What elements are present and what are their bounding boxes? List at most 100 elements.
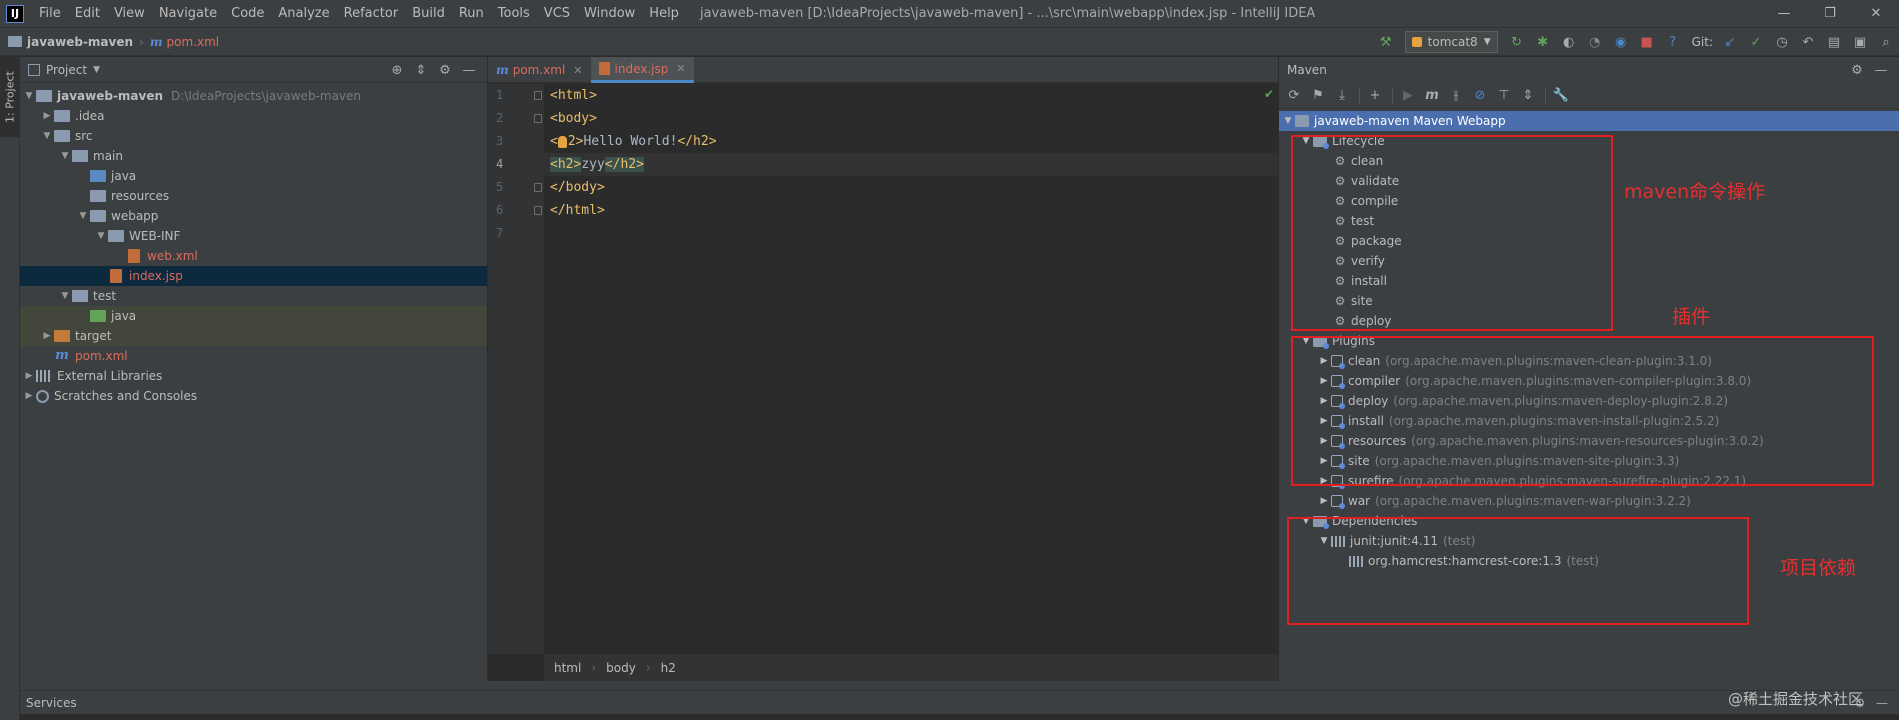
expand-arrow-icon[interactable]: ▶ [1317,496,1331,506]
tree-item-webapp[interactable]: ▼ webapp [20,206,487,226]
restore-button[interactable]: ❐ [1807,0,1853,28]
code-line[interactable]: <2>Hello World!</h2> [544,130,1278,153]
tree-item-web-xml[interactable]: web.xml [20,246,487,266]
code-line[interactable]: </body> [534,176,1278,199]
help-icon[interactable]: ? [1662,32,1684,52]
fold-marker-icon[interactable] [534,183,542,192]
breadcrumb-file[interactable]: pom.xml [167,35,220,49]
expand-arrow-icon[interactable]: ▼ [58,291,72,301]
reimport-icon[interactable]: ⟳ [1283,86,1305,106]
run-icon[interactable]: ▶ [1397,86,1419,106]
debug-icon[interactable]: ✱ [1532,32,1554,52]
tree-item-scratches[interactable]: ▶ Scratches and Consoles [20,386,487,406]
tree-item-main[interactable]: ▼ main [20,146,487,166]
coverage-icon[interactable]: ◐ [1558,32,1580,52]
menu-help[interactable]: Help [642,0,686,28]
menu-file[interactable]: File [32,0,68,28]
wrench-icon[interactable]: 🔧 [1550,86,1572,106]
code-line[interactable]: <html> [534,84,1278,107]
build-hammer-icon[interactable]: ⚒ [1375,32,1397,52]
expand-arrow-icon[interactable]: ▼ [94,231,108,241]
menu-vcs[interactable]: VCS [537,0,577,28]
project-panel-title[interactable]: Project [46,63,87,77]
search-everywhere-icon[interactable]: ⌕ [1875,32,1897,52]
git-commit-icon[interactable]: ✓ [1745,32,1767,52]
menu-run[interactable]: Run [452,0,491,28]
breadcrumb-item[interactable]: body [606,661,636,675]
hide-panel-icon[interactable]: — [1869,63,1893,78]
menu-code[interactable]: Code [224,0,271,28]
hide-panel-icon[interactable]: — [1871,696,1893,710]
intention-bulb-icon[interactable] [557,135,567,148]
code-line[interactable] [544,222,1278,245]
git-rollback-icon[interactable]: ↶ [1797,32,1819,52]
expand-arrow-icon[interactable]: ▼ [40,131,54,141]
services-label[interactable]: Services [26,696,77,710]
minimize-button[interactable]: — [1761,0,1807,28]
show-dependencies-icon[interactable]: ⊤ [1493,86,1515,106]
tab-pom-xml[interactable]: m pom.xml ✕ [488,57,591,83]
tree-item-test-java[interactable]: java [20,306,487,326]
plugin-war[interactable]: ▶ war (org.apache.maven.plugins:maven-war-… [1279,491,1899,511]
menu-refactor[interactable]: Refactor [337,0,406,28]
tree-item-index-jsp[interactable]: index.jsp [20,266,487,286]
tree-item-src[interactable]: ▼ src [20,126,487,146]
menu-tools[interactable]: Tools [491,0,537,28]
fold-marker-icon[interactable] [534,91,542,100]
breadcrumb-item[interactable]: h2 [661,661,676,675]
breadcrumb-item[interactable]: html [554,661,581,675]
tree-item-pom-xml[interactable]: m pom.xml [20,346,487,366]
tree-item-idea[interactable]: ▶ .idea [20,106,487,126]
tree-item-web-inf[interactable]: ▼ WEB-INF [20,226,487,246]
toggle-offline-icon[interactable]: ⫲ [1445,86,1467,106]
tree-item-target[interactable]: ▶ target [20,326,487,346]
rerun-icon[interactable]: ↻ [1506,32,1528,52]
inspection-ok-icon[interactable]: ✔ [1264,87,1274,101]
code-line[interactable]: <body> [534,107,1278,130]
code-line[interactable]: </html> [534,199,1278,222]
menu-edit[interactable]: Edit [68,0,107,28]
gear-icon[interactable]: ⚙ [1845,63,1869,78]
code-area[interactable]: <html> <body> <2>Hello World!</h2> <h2>z… [534,84,1278,654]
update-icon[interactable]: ◉ [1610,32,1632,52]
generate-sources-icon[interactable]: ⚑ [1307,86,1329,106]
tree-item-test[interactable]: ▼ test [20,286,487,306]
code-line-current[interactable]: <h2>zyy</h2> [544,153,1278,176]
git-history-icon[interactable]: ◷ [1771,32,1793,52]
project-structure-icon[interactable]: ▤ [1823,32,1845,52]
menu-window[interactable]: Window [577,0,642,28]
skip-tests-icon[interactable]: ⊘ [1469,86,1491,106]
expand-arrow-icon[interactable]: ▶ [22,391,36,401]
expand-arrow-icon[interactable]: ▼ [22,91,36,101]
execute-goal-icon[interactable]: m [1421,86,1443,106]
project-tool-tab[interactable]: 1: Project [0,57,20,137]
gear-icon[interactable]: ⚙ [433,63,457,78]
download-icon[interactable]: ⤓ [1331,86,1353,106]
close-tab-icon[interactable]: ✕ [676,62,685,75]
git-update-icon[interactable]: ↙ [1719,32,1741,52]
expand-arrow-icon[interactable]: ▼ [76,211,90,221]
collapse-all-icon[interactable]: ⇕ [1517,86,1539,106]
fold-marker-icon[interactable] [534,114,542,123]
close-tab-icon[interactable]: ✕ [573,64,582,77]
expand-arrow-icon[interactable]: ▼ [58,151,72,161]
close-window-button[interactable]: ✕ [1853,0,1899,28]
tree-item-resources[interactable]: resources [20,186,487,206]
tab-index-jsp[interactable]: index.jsp ✕ [590,57,694,83]
locate-file-icon[interactable]: ⊕ [385,63,409,78]
expand-arrow-icon[interactable]: ▼ [1281,116,1295,126]
expand-arrow-icon[interactable]: ▶ [40,331,54,341]
tree-item-java[interactable]: java [20,166,487,186]
fold-marker-icon[interactable] [534,206,542,215]
chevron-down-icon[interactable]: ▼ [93,65,100,75]
add-icon[interactable]: + [1364,86,1386,106]
profile-icon[interactable]: ◔ [1584,32,1606,52]
menu-build[interactable]: Build [405,0,452,28]
collapse-all-icon[interactable]: ⇕ [409,63,433,78]
run-config-select[interactable]: tomcat8 ▼ [1404,31,1498,53]
expand-arrow-icon[interactable]: ▶ [22,371,36,381]
menu-navigate[interactable]: Navigate [152,0,224,28]
tree-item-external-libraries[interactable]: ▶ External Libraries [20,366,487,386]
expand-arrow-icon[interactable]: ▶ [40,111,54,121]
breadcrumb-project[interactable]: javaweb-maven [27,35,133,49]
